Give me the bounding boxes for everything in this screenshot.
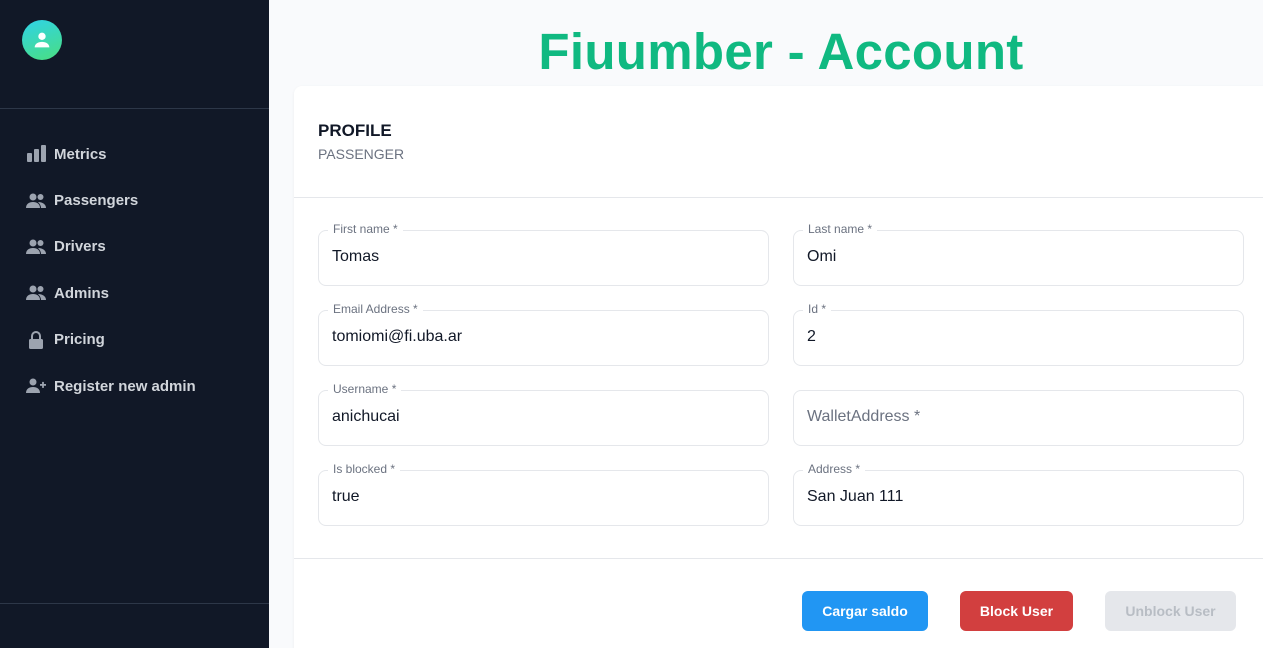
sidebar-item-pricing[interactable]: Pricing: [0, 317, 269, 363]
sidebar-item-label: Pricing: [54, 331, 105, 349]
sidebar-item-metrics[interactable]: Metrics: [0, 131, 269, 177]
field-value: Tomas: [332, 248, 380, 265]
users-icon: [26, 191, 46, 211]
page-title: Fiuumber - Account: [538, 23, 1024, 80]
username-field[interactable]: Username * anichucai: [318, 382, 769, 446]
card-divider: [294, 558, 1263, 559]
field-value: San Juan 111: [807, 488, 904, 505]
sidebar-item-label: Metrics: [54, 145, 107, 163]
is-blocked-field[interactable]: Is blocked * true: [318, 462, 769, 526]
field-label: Address *: [803, 462, 866, 476]
sidebar-item-passengers[interactable]: Passengers: [0, 177, 269, 223]
sidebar-item-label: Passengers: [54, 192, 139, 210]
sidebar-item-label: Admins: [54, 284, 110, 302]
field-placeholder: WalletAddress *: [807, 408, 921, 425]
card-subtitle: PASSENGER: [318, 146, 405, 162]
field-label: Id *: [803, 302, 832, 316]
card-title: PROFILE: [318, 121, 392, 140]
block-user-button[interactable]: Block User: [960, 591, 1073, 631]
field-label: Last name *: [803, 222, 878, 236]
sidebar-item-register-admin[interactable]: Register new admin: [0, 363, 269, 409]
sidebar-item-admins[interactable]: Admins: [0, 270, 269, 316]
field-value: anichucai: [332, 408, 400, 425]
unblock-user-button[interactable]: Unblock User: [1105, 591, 1236, 631]
wallet-address-field[interactable]: WalletAddress *: [793, 390, 1244, 446]
sidebar-nav: Metrics Passengers Drivers Admins Pricin…: [0, 131, 269, 409]
first-name-field[interactable]: First name * Tomas: [318, 222, 769, 286]
sidebar: Metrics Passengers Drivers Admins Pricin…: [0, 0, 269, 648]
user-add-icon: [26, 376, 46, 396]
last-name-field[interactable]: Last name * Omi: [793, 222, 1244, 286]
sidebar-divider: [0, 108, 269, 109]
sidebar-item-label: Register new admin: [54, 377, 196, 395]
sidebar-item-label: Drivers: [54, 238, 106, 256]
load-balance-button[interactable]: Cargar saldo: [802, 591, 928, 631]
field-value: tomiomi@fi.uba.ar: [332, 328, 463, 345]
user-avatar-icon[interactable]: [22, 20, 62, 60]
field-label: Is blocked *: [328, 462, 401, 476]
users-icon: [26, 237, 46, 257]
bar-chart-icon: [26, 144, 46, 164]
sidebar-item-drivers[interactable]: Drivers: [0, 224, 269, 270]
users-icon: [26, 283, 46, 303]
address-field[interactable]: Address * San Juan 111: [793, 462, 1244, 526]
field-label: Username *: [328, 382, 402, 396]
field-label: Email Address *: [328, 302, 423, 316]
field-label: First name *: [328, 222, 403, 236]
profile-card: PROFILE PASSENGER First name * Tomas Las…: [294, 86, 1263, 648]
field-value: Omi: [807, 248, 837, 265]
id-field[interactable]: Id * 2: [793, 302, 1244, 366]
card-divider: [294, 197, 1263, 198]
sidebar-divider: [0, 603, 269, 604]
field-value: 2: [807, 328, 816, 345]
lock-icon: [26, 330, 46, 350]
field-value: true: [332, 488, 360, 505]
email-field[interactable]: Email Address * tomiomi@fi.uba.ar: [318, 302, 769, 366]
